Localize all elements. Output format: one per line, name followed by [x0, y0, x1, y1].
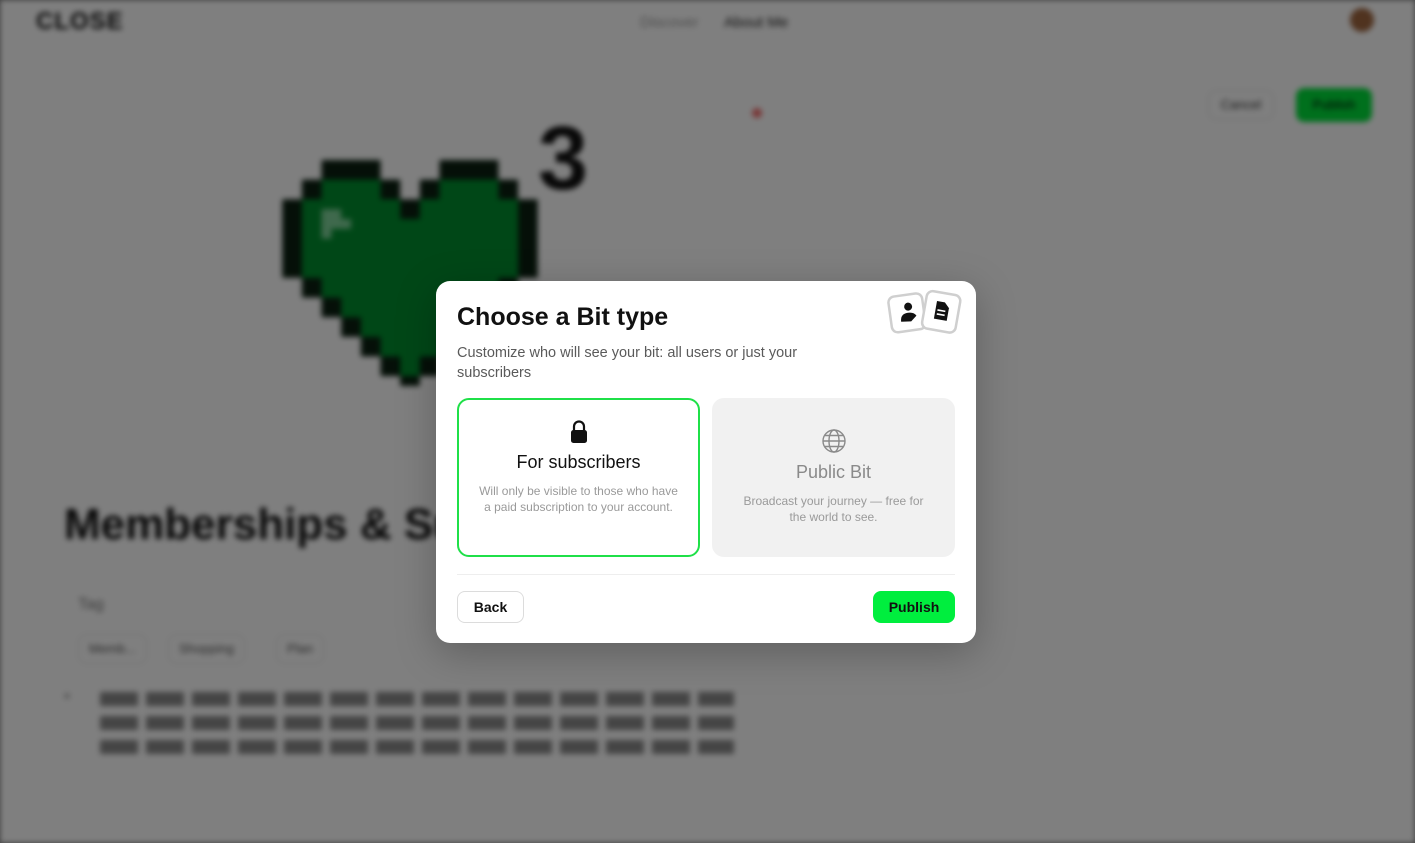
globe-icon [821, 429, 846, 453]
option-title: For subscribers [516, 452, 641, 472]
back-button[interactable]: Back [457, 591, 524, 623]
option-description: Broadcast your journey — free for the wo… [743, 494, 924, 524]
dialog-description: Customize who will see your bit: all use… [457, 345, 798, 381]
divider [457, 574, 955, 575]
option-public-bit[interactable]: Public Bit Broadcast your journey — free… [712, 398, 955, 557]
publish-button[interactable]: Publish [873, 591, 955, 623]
option-title: Public Bit [795, 462, 872, 482]
option-description: Will only be visible to those who have a… [479, 484, 678, 514]
option-for-subscribers[interactable]: For subscribers Will only be visible to … [457, 398, 700, 557]
bit-type-dialog: Choose a Bit type Customize who will see… [436, 281, 976, 643]
dialog-title: Choose a Bit type [457, 303, 669, 331]
bit-cards-illustration-icon [887, 289, 962, 334]
lock-icon [570, 420, 587, 443]
